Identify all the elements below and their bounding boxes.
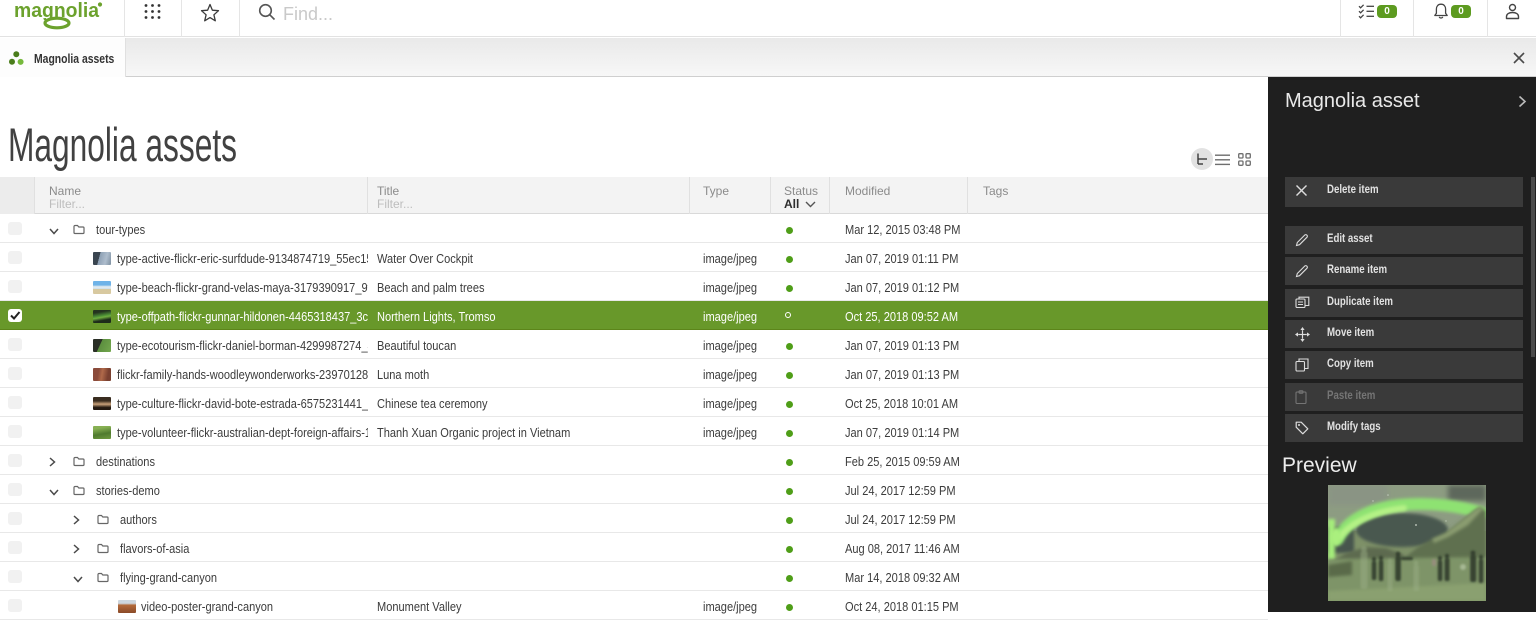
svg-text:Magnolia assets: Magnolia assets — [8, 118, 237, 171]
